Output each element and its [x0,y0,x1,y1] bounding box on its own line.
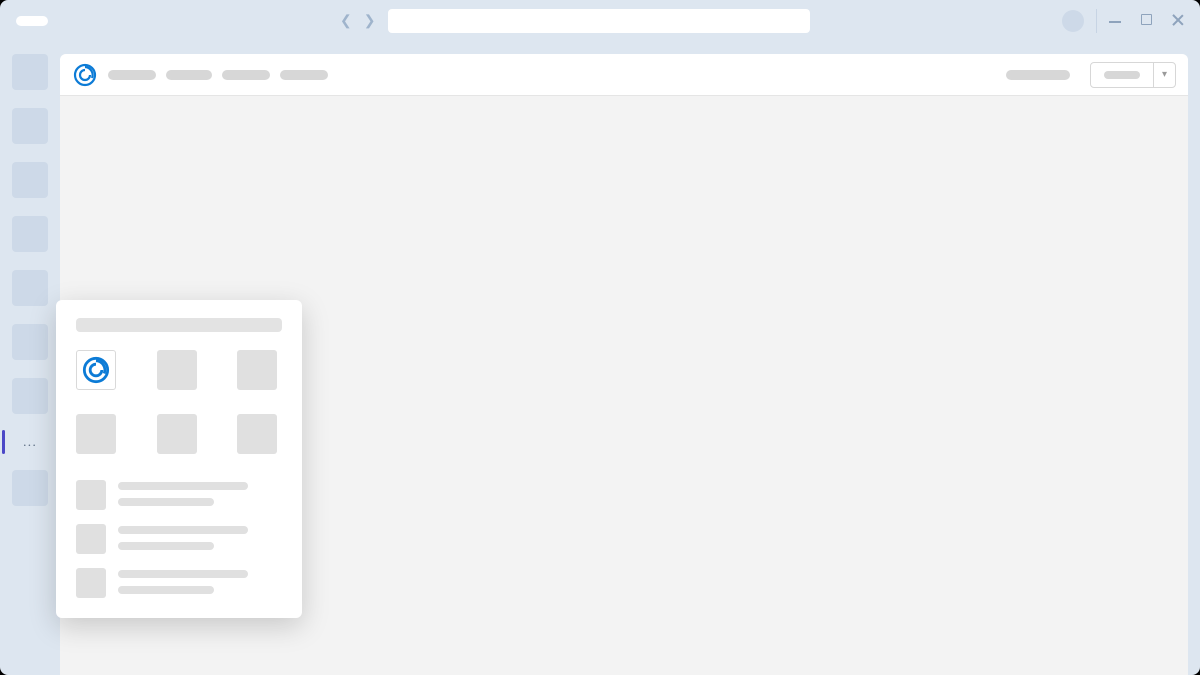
forward-icon[interactable]: ❯ [364,13,376,29]
rail-item[interactable] [12,162,48,198]
ellipsis-icon: ... [23,434,37,450]
app-tile[interactable] [157,350,197,390]
close-icon[interactable] [1172,14,1184,29]
titlebar-divider [1096,9,1097,33]
rail-item[interactable] [12,108,48,144]
popover-list [76,480,282,598]
nav-item[interactable] [108,70,156,80]
nav-item[interactable] [166,70,212,80]
app-window: ❮ ❯ ... [0,0,1200,675]
chevron-down-icon: ▾ [1153,63,1175,87]
app-tile[interactable] [76,350,116,390]
list-item-thumb [76,524,106,554]
list-item[interactable] [76,480,282,510]
popover-header [76,318,282,332]
topbar-dropdown[interactable]: ▾ [1090,62,1176,88]
left-rail: ... [0,42,60,675]
app-tile[interactable] [237,414,277,454]
history-nav: ❮ ❯ [340,13,375,29]
titlebar: ❮ ❯ [0,0,1200,42]
list-item-title [118,482,248,490]
topbar-right-text [1006,70,1070,80]
maximize-icon[interactable] [1141,14,1152,29]
content-topbar: ▾ [60,54,1188,96]
app-logo-icon [82,356,110,384]
avatar[interactable] [1062,10,1084,32]
list-item-thumb [76,480,106,510]
list-item-title [118,570,248,578]
app-launcher-popover [56,300,302,618]
rail-item[interactable] [12,324,48,360]
rail-overflow-button[interactable]: ... [12,432,48,452]
list-item-title [118,526,248,534]
window-controls [1109,14,1184,29]
list-item-subtitle [118,498,214,506]
rail-item[interactable] [12,470,48,506]
active-indicator [2,430,5,454]
rail-item[interactable] [12,270,48,306]
app-logo-icon[interactable] [72,62,98,88]
rail-item[interactable] [12,378,48,414]
popover-app-grid [76,350,282,454]
app-tile[interactable] [76,414,116,454]
list-item-subtitle [118,542,214,550]
window-traffic-lights[interactable] [16,16,48,26]
rail-item[interactable] [12,216,48,252]
back-icon[interactable]: ❮ [340,13,352,29]
app-tile[interactable] [237,350,277,390]
body-area: ... ▾ [0,42,1200,675]
rail-item[interactable] [12,54,48,90]
nav-item[interactable] [222,70,270,80]
minimize-icon[interactable] [1109,14,1121,29]
nav-item[interactable] [280,70,328,80]
list-item[interactable] [76,524,282,554]
app-tile[interactable] [157,414,197,454]
dropdown-label [1104,71,1140,79]
list-item[interactable] [76,568,282,598]
list-item-thumb [76,568,106,598]
address-bar[interactable] [388,9,810,33]
list-item-subtitle [118,586,214,594]
